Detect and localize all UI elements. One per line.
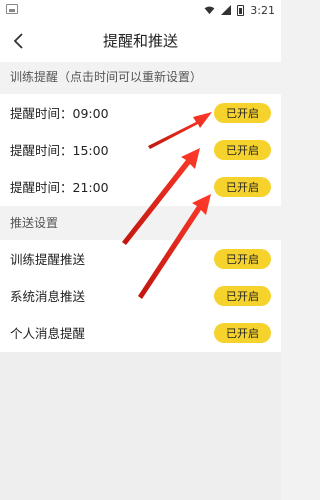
push-setting-label: 训练提醒推送 [10, 252, 86, 267]
signal-icon [221, 5, 232, 15]
reminder-time-label[interactable]: 提醒时间：09:00 [10, 103, 109, 122]
wifi-icon [204, 5, 215, 14]
status-toggle-button[interactable]: 已开启 [214, 322, 271, 343]
status-icons: 3:21 [204, 2, 275, 18]
status-bar: 3:21 [0, 0, 281, 20]
push-setting-label: 个人消息提醒 [10, 326, 86, 341]
list-item[interactable]: 训练提醒推送 已开启 [0, 240, 281, 277]
list-item[interactable]: 系统消息推送 已开启 [0, 277, 281, 314]
status-toggle-button[interactable]: 已开启 [214, 176, 271, 197]
page-title: 提醒和推送 [102, 32, 178, 50]
status-toggle-button[interactable]: 已开启 [214, 139, 271, 160]
battery-icon [237, 4, 245, 16]
section-header-training-reminder: 训练提醒（点击时间可以重新设置） [0, 62, 281, 94]
reminder-time-label[interactable]: 提醒时间：21:00 [10, 177, 109, 196]
list-item[interactable]: 提醒时间：09:00 已开启 [0, 94, 281, 131]
push-settings-list: 训练提醒推送 已开启 系统消息推送 已开启 个人消息提醒 已开启 [0, 240, 281, 352]
status-time: 3:21 [250, 3, 275, 17]
push-setting-label: 系统消息推送 [10, 289, 86, 304]
top-nav-bar: 提醒和推送 [0, 20, 281, 62]
status-toggle-button[interactable]: 已开启 [214, 285, 271, 306]
list-item[interactable]: 提醒时间：21:00 已开启 [0, 168, 281, 205]
list-item[interactable]: 提醒时间：15:00 已开启 [0, 131, 281, 168]
training-reminder-list: 提醒时间：09:00 已开启 提醒时间：15:00 已开启 提醒时间：21:00… [0, 94, 281, 206]
status-toggle-button[interactable]: 已开启 [214, 102, 271, 123]
list-item[interactable]: 个人消息提醒 已开启 [0, 314, 281, 351]
image-icon [6, 4, 18, 14]
reminder-time-label[interactable]: 提醒时间：15:00 [10, 140, 109, 159]
section-header-push-settings: 推送设置 [0, 206, 281, 240]
status-toggle-button[interactable]: 已开启 [214, 248, 271, 269]
empty-area [0, 352, 281, 500]
